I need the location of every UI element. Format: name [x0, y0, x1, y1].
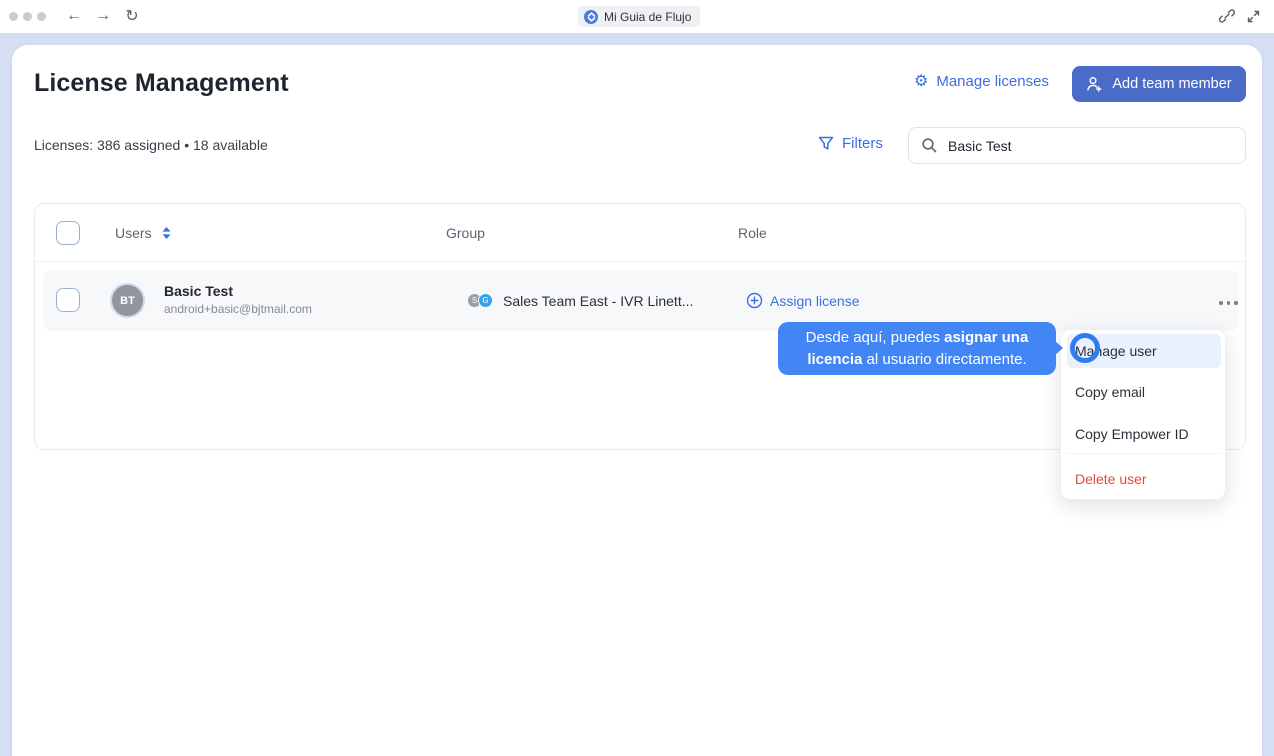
browser-chrome: ← → ↻ Mi Guia de Flujo: [0, 0, 1274, 33]
column-users-label: Users: [115, 225, 152, 241]
filters-label: Filters: [842, 135, 883, 152]
reload-button[interactable]: ↻: [120, 4, 144, 28]
assign-license-label: Assign license: [770, 292, 860, 309]
window-dot-3[interactable]: [37, 12, 46, 21]
search-box: [908, 127, 1246, 164]
tab-title: Mi Guia de Flujo: [604, 9, 692, 24]
group-badge-icon: G: [478, 293, 493, 308]
forward-button[interactable]: →: [91, 4, 115, 28]
sort-icon[interactable]: [161, 226, 172, 240]
row-more-button[interactable]: [1215, 297, 1242, 309]
browser-tab[interactable]: Mi Guia de Flujo: [578, 6, 701, 27]
window-dot-1[interactable]: [9, 12, 18, 21]
coachmark-tooltip: Desde aquí, puedes asignar una licencia …: [778, 322, 1063, 375]
filters-button[interactable]: Filters: [818, 135, 883, 152]
window-dot-2[interactable]: [23, 12, 32, 21]
row-checkbox[interactable]: [56, 288, 80, 312]
select-all-checkbox[interactable]: [56, 221, 80, 245]
menu-item-copy-empower-id[interactable]: Copy Empower ID: [1067, 417, 1221, 451]
page-title: License Management: [34, 69, 289, 97]
gear-icon: ⚙: [914, 72, 929, 90]
column-role: Role: [738, 225, 767, 241]
column-group: Group: [446, 225, 485, 241]
back-button[interactable]: ←: [62, 4, 86, 28]
avatar: BT: [112, 285, 143, 316]
menu-item-manage-user[interactable]: Manage user: [1067, 334, 1221, 368]
plus-circle-icon: [746, 292, 763, 309]
add-team-member-button[interactable]: Add team member: [1072, 66, 1246, 102]
filter-icon: [818, 136, 834, 151]
search-input[interactable]: [948, 137, 1233, 154]
add-team-member-label: Add team member: [1112, 76, 1232, 92]
tooltip-arrow: [1055, 341, 1063, 355]
search-icon: [921, 137, 938, 154]
row-context-menu: Manage user Copy email Copy Empower ID D…: [1060, 329, 1226, 500]
menu-divider: [1067, 453, 1221, 454]
assign-license-button[interactable]: Assign license: [746, 292, 860, 309]
group-badges: S G: [467, 293, 497, 308]
group-name: Sales Team East - IVR Linett...: [503, 293, 694, 309]
table-row[interactable]: BT Basic Test android+basic@bjtmail.com …: [43, 270, 1239, 331]
column-users[interactable]: Users: [115, 225, 172, 241]
tab-favicon-icon: [584, 9, 598, 24]
manage-licenses-link[interactable]: ⚙ Manage licenses: [914, 73, 1049, 90]
fullscreen-icon[interactable]: [1242, 5, 1264, 27]
menu-item-copy-email[interactable]: Copy email: [1067, 375, 1221, 409]
screen: { "browser": { "tab_title": "Mi Guia de …: [0, 0, 1274, 756]
menu-item-delete-user[interactable]: Delete user: [1067, 462, 1221, 496]
table-header: Users Group Role: [35, 204, 1245, 262]
person-add-icon: [1086, 76, 1103, 92]
tooltip-text: Desde aquí, puedes asignar una licencia …: [805, 328, 1029, 368]
manage-licenses-label: Manage licenses: [936, 73, 1049, 90]
user-email: android+basic@bjtmail.com: [164, 302, 312, 316]
license-summary: Licenses: 386 assigned • 18 available: [34, 137, 268, 153]
user-name: Basic Test: [164, 283, 233, 299]
link-icon[interactable]: [1216, 5, 1238, 27]
